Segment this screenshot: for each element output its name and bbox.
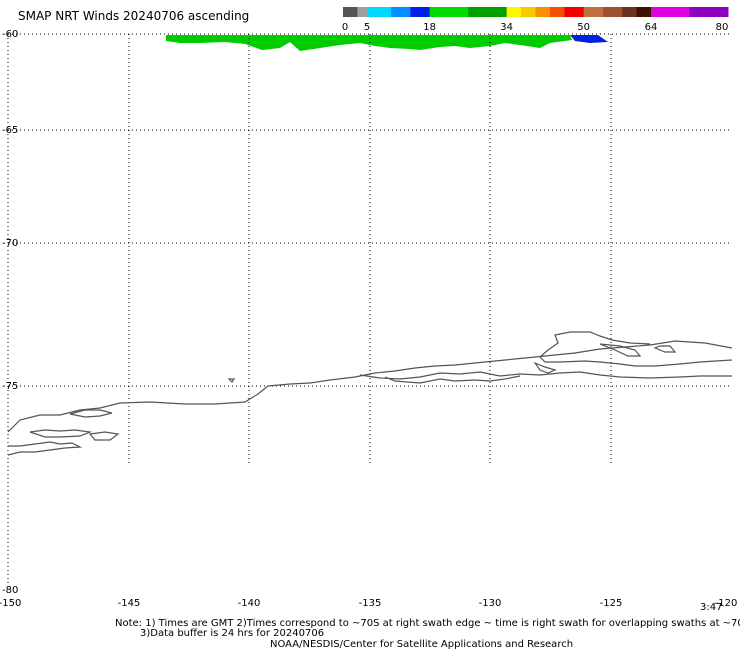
lat-label-65: -65 (2, 125, 18, 136)
colorbar-segment (689, 7, 729, 17)
colorbar-segment (549, 7, 565, 17)
colorbar-segment (564, 7, 585, 17)
map-title: SMAP NRT Winds 20240706 ascending (18, 9, 249, 23)
colorbar-segment (357, 7, 368, 17)
lat-labels: -60 -65 -70 -75 -80 (2, 29, 18, 596)
wind-swath (166, 35, 608, 51)
lon-label-140: -140 (238, 598, 261, 609)
footnotes: Note: 1) Times are GMT 2)Times correspon… (115, 618, 740, 650)
lon-label-130: -130 (479, 598, 502, 609)
note-line-2: 3)Data buffer is 24 hrs for 20240706 (140, 628, 324, 639)
colorbar-tick-label: 0 (342, 22, 348, 33)
colorbar-segment (391, 7, 411, 17)
colorbar-segment (410, 7, 431, 17)
colorbar-segment (468, 7, 508, 17)
lat-label-60: -60 (2, 29, 18, 40)
grid-lines (7, 33, 732, 590)
colorbar-tick-label: 80 (716, 22, 729, 33)
colorbar-segment (636, 7, 652, 17)
lon-label-125: -125 (600, 598, 623, 609)
lat-label-70: -70 (2, 238, 18, 249)
colorbar-segment (521, 7, 536, 17)
colorbar-segment (622, 7, 638, 17)
colorbar-segment (429, 7, 469, 17)
map-figure: SMAP NRT Winds 20240706 ascending 0 5 18 34… (0, 0, 740, 650)
lat-label-75: -75 (2, 381, 18, 392)
colorbar-tick-label: 50 (577, 22, 590, 33)
colorbar-tick-label: 64 (645, 22, 658, 33)
lat-label-80: -80 (2, 585, 18, 596)
colorbar-tick-label: 18 (423, 22, 436, 33)
lon-label-150: -150 (0, 598, 21, 609)
colorbar: 0 5 18 34 50 64 80 (342, 7, 729, 33)
swath-green (166, 35, 572, 51)
colorbar-segment (506, 7, 522, 17)
lon-labels: -150 -145 -140 -135 -130 -125 -120 (0, 598, 737, 609)
lon-label-135: -135 (359, 598, 382, 609)
colorbar-segment (367, 7, 392, 17)
colorbar-segment (535, 7, 551, 17)
colorbar-tick-label: 5 (364, 22, 370, 33)
swath-blue (570, 35, 608, 43)
colorbar-segment (343, 7, 358, 17)
colorbar-segment (651, 7, 690, 17)
colorbar-segment (583, 7, 604, 17)
colorbar-tick-label: 34 (500, 22, 513, 33)
time-label: 3:47 (700, 602, 722, 613)
colorbar-segment (602, 7, 623, 17)
note-line-3: NOAA/NESDIS/Center for Satellite Applica… (270, 639, 573, 650)
lon-label-145: -145 (118, 598, 141, 609)
